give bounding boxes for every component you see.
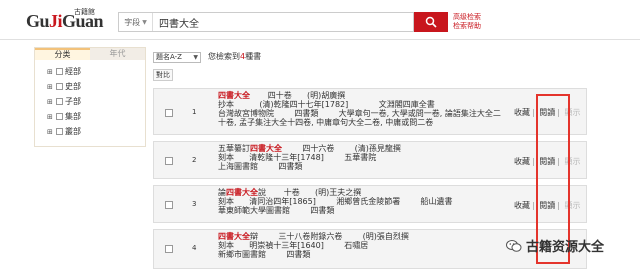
checkbox[interactable] <box>56 128 63 135</box>
tree-item[interactable]: ⊞ 子部 <box>47 94 145 109</box>
row-content: 論四書大全說 十卷 (明)王夫之撰 刻本 清同治四年[1865] 湘鄉曾氏金陵節… <box>218 188 453 215</box>
book-title-link[interactable]: 四書大全 <box>218 91 250 100</box>
sort-select[interactable]: 題名A-Z ▼ <box>153 52 201 63</box>
row-number: 3 <box>192 200 197 208</box>
search-help-link[interactable]: 检索帮助 <box>453 22 481 31</box>
book-title-link[interactable]: 論四書大全說 <box>218 188 266 197</box>
search-input[interactable]: 四書大全 <box>153 15 413 30</box>
expand-icon[interactable]: ⊞ <box>47 98 56 106</box>
row-content: 四書大全 四十卷 (明)胡廣撰 抄本 (清)乾隆四十七年[1782] 文淵閣四庫… <box>218 91 501 127</box>
row-checkbox[interactable] <box>165 201 173 209</box>
book-title-link[interactable]: 四書大全辯 <box>218 232 258 241</box>
search-box: 字段 ▼ 四書大全 <box>118 12 414 32</box>
filter-panel: 分类 年代 ⊞ 經部 ⊞ 史部 ⊞ 子部 ⊞ 集部 ⊞ 叢部 <box>34 47 146 147</box>
search-icon <box>425 16 437 28</box>
logo[interactable]: GuJiGuan 古籍館 <box>26 8 104 34</box>
caret-down-icon: ▼ <box>142 18 147 26</box>
result-summary: 您檢索到4種書 <box>208 52 262 61</box>
tree-item[interactable]: ⊞ 集部 <box>47 109 145 124</box>
result-row: 1 四書大全 四十卷 (明)胡廣撰 抄本 (清)乾隆四十七年[1782] 文淵閣… <box>153 88 587 135</box>
advanced-links: 高级检索 检索帮助 <box>453 13 481 31</box>
expand-icon[interactable]: ⊞ <box>47 83 56 91</box>
checkbox[interactable] <box>56 68 63 75</box>
book-title-link[interactable]: 五華纂訂四書大全 <box>218 144 282 153</box>
collect-button[interactable]: 收藏 <box>514 201 530 210</box>
wechat-icon <box>506 239 522 252</box>
checkbox[interactable] <box>56 113 63 120</box>
caret-down-icon: ▼ <box>193 54 198 61</box>
row-content: 四書大全辯 三十八卷附錄六卷 (明)張自烈撰 刻本 明崇禎十三年[1640] 石… <box>218 232 409 259</box>
tree-item[interactable]: ⊞ 史部 <box>47 79 145 94</box>
checkbox[interactable] <box>56 98 63 105</box>
tree-item[interactable]: ⊞ 經部 <box>47 64 145 79</box>
row-content: 五華纂訂四書大全 四十六卷 (清)孫見龍撰 刻本 清乾隆十三年[1748] 五華… <box>218 144 401 171</box>
search-button[interactable] <box>414 12 448 32</box>
filter-tabs: 分类 年代 <box>35 48 145 60</box>
expand-icon[interactable]: ⊞ <box>47 128 56 136</box>
compare-button[interactable]: 對比 <box>153 69 173 81</box>
tree-item[interactable]: ⊞ 叢部 <box>47 124 145 139</box>
row-checkbox[interactable] <box>165 157 173 165</box>
row-number: 1 <box>192 108 197 116</box>
tab-category[interactable]: 分类 <box>35 48 90 60</box>
watermark: 古籍资源大全 <box>506 236 604 255</box>
row-checkbox[interactable] <box>165 245 173 253</box>
search-field-select[interactable]: 字段 ▼ <box>119 13 153 31</box>
expand-icon[interactable]: ⊞ <box>47 113 56 121</box>
advanced-search-link[interactable]: 高级检索 <box>453 13 481 22</box>
checkbox[interactable] <box>56 83 63 90</box>
row-checkbox[interactable] <box>165 109 173 117</box>
row-number: 2 <box>192 156 197 164</box>
expand-icon[interactable]: ⊞ <box>47 68 56 76</box>
header: GuJiGuan 古籍館 字段 ▼ 四書大全 高级检索 检索帮助 <box>0 0 640 40</box>
row-number: 4 <box>192 244 197 252</box>
category-tree: ⊞ 經部 ⊞ 史部 ⊞ 子部 ⊞ 集部 ⊞ 叢部 <box>35 60 145 139</box>
result-row: 2 五華纂訂四書大全 四十六卷 (清)孫見龍撰 刻本 清乾隆十三年[1748] … <box>153 141 587 179</box>
collect-button[interactable]: 收藏 <box>514 157 530 166</box>
logo-cn: 古籍館 <box>74 8 95 16</box>
result-row: 3 論四書大全說 十卷 (明)王夫之撰 刻本 清同治四年[1865] 湘鄉曾氏金… <box>153 185 587 223</box>
tab-era[interactable]: 年代 <box>90 48 145 60</box>
collect-button[interactable]: 收藏 <box>514 108 530 117</box>
